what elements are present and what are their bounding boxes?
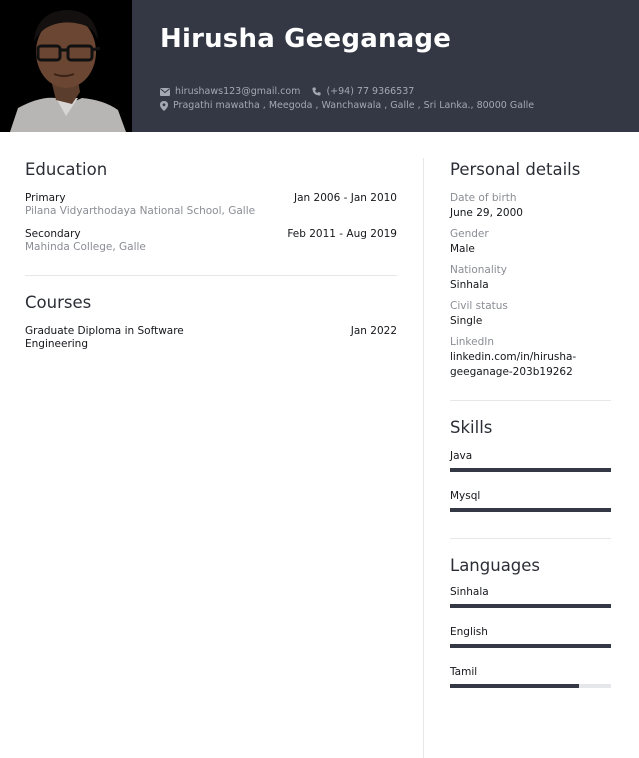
language-level-fill	[450, 604, 611, 608]
email-contact[interactable]: hirushaws123@gmail.com	[160, 86, 300, 97]
education-entry-school: Pilana Vidyarthodaya National School, Ga…	[25, 205, 256, 217]
section-divider	[450, 538, 611, 539]
course-entry: Graduate Diploma in Software Engineering…	[25, 325, 397, 350]
profile-photo	[0, 0, 132, 132]
main-column: Education Primary Pilana Vidyarthodaya N…	[25, 160, 397, 350]
detail-label: Gender	[450, 228, 489, 240]
personal-detail-civil-status: Civil status Single	[450, 300, 611, 329]
language-level-track	[450, 604, 611, 608]
skill-name: Mysql	[450, 490, 481, 502]
contact-line-address: Pragathi mawatha , Meegoda , Wanchawala …	[160, 100, 546, 111]
language-level-fill	[450, 644, 611, 648]
course-entry-title-line2: Engineering	[25, 338, 88, 350]
skill-item: Java	[450, 450, 611, 472]
resume-header: Hirusha Geeganage hirushaws123@gmail.com…	[0, 0, 639, 132]
education-entry: Primary Pilana Vidyarthodaya National Sc…	[25, 192, 397, 217]
linkedin-link-line1[interactable]: linkedin.com/in/hirusha-	[450, 350, 611, 365]
skill-level-fill	[450, 468, 611, 472]
personal-detail-gender: Gender Male	[450, 228, 611, 257]
education-entry-school: Mahinda College, Galle	[25, 241, 146, 253]
section-divider	[450, 400, 611, 401]
column-divider	[423, 158, 424, 758]
candidate-name: Hirusha Geeganage	[160, 24, 452, 54]
personal-detail-linkedin: LinkedIn linkedin.com/in/hirusha- geegan…	[450, 336, 611, 380]
language-item: English	[450, 626, 611, 648]
linkedin-link-line2[interactable]: geeganage-203b19262	[450, 365, 611, 380]
contact-line-primary: hirushaws123@gmail.com (+94) 77 9366537	[160, 86, 426, 97]
language-level-track	[450, 684, 611, 688]
skill-level-fill	[450, 508, 611, 512]
personal-detail-nationality: Nationality Sinhala	[450, 264, 611, 293]
sidebar-column: Personal details Date of birth June 29, …	[450, 160, 611, 688]
personal-detail-dob: Date of birth June 29, 2000	[450, 192, 611, 221]
map-pin-icon	[160, 100, 168, 111]
course-entry-title-line1: Graduate Diploma in Software	[25, 325, 184, 337]
detail-value: Single	[450, 315, 483, 327]
skill-item: Mysql	[450, 490, 611, 512]
envelope-icon	[160, 87, 170, 96]
education-title: Education	[25, 160, 108, 179]
detail-label: Nationality	[450, 264, 508, 276]
skill-name: Java	[450, 450, 473, 462]
languages-title: Languages	[450, 556, 541, 575]
detail-value: Male	[450, 243, 475, 255]
skills-title: Skills	[450, 418, 493, 437]
language-name: Sinhala	[450, 586, 489, 598]
section-divider	[25, 275, 397, 276]
detail-value: June 29, 2000	[450, 207, 523, 219]
education-entry-dates: Feb 2011 - Aug 2019	[287, 228, 397, 240]
email-text: hirushaws123@gmail.com	[175, 86, 301, 97]
address-contact: Pragathi mawatha , Meegoda , Wanchawala …	[160, 100, 534, 111]
detail-label: Date of birth	[450, 192, 517, 204]
phone-text: (+94) 77 9366537	[326, 86, 415, 97]
personal-details-title: Personal details	[450, 160, 581, 179]
phone-contact[interactable]: (+94) 77 9366537	[312, 86, 414, 97]
language-item: Tamil	[450, 666, 611, 688]
phone-icon	[312, 87, 321, 96]
detail-value: Sinhala	[450, 279, 489, 291]
address-text: Pragathi mawatha , Meegoda , Wanchawala …	[173, 100, 535, 111]
course-entry-dates: Jan 2022	[350, 325, 397, 337]
language-item: Sinhala	[450, 586, 611, 608]
skill-level-track	[450, 468, 611, 472]
language-level-fill	[450, 684, 579, 688]
education-entry-dates: Jan 2006 - Jan 2010	[294, 192, 397, 204]
person-photo-icon	[0, 0, 132, 132]
detail-label: LinkedIn	[450, 336, 495, 348]
skill-level-track	[450, 508, 611, 512]
detail-label: Civil status	[450, 300, 508, 312]
courses-title: Courses	[25, 293, 92, 312]
language-level-track	[450, 644, 611, 648]
language-name: Tamil	[450, 666, 478, 678]
education-entry: Secondary Mahinda College, Galle Feb 201…	[25, 228, 397, 253]
language-name: English	[450, 626, 488, 638]
